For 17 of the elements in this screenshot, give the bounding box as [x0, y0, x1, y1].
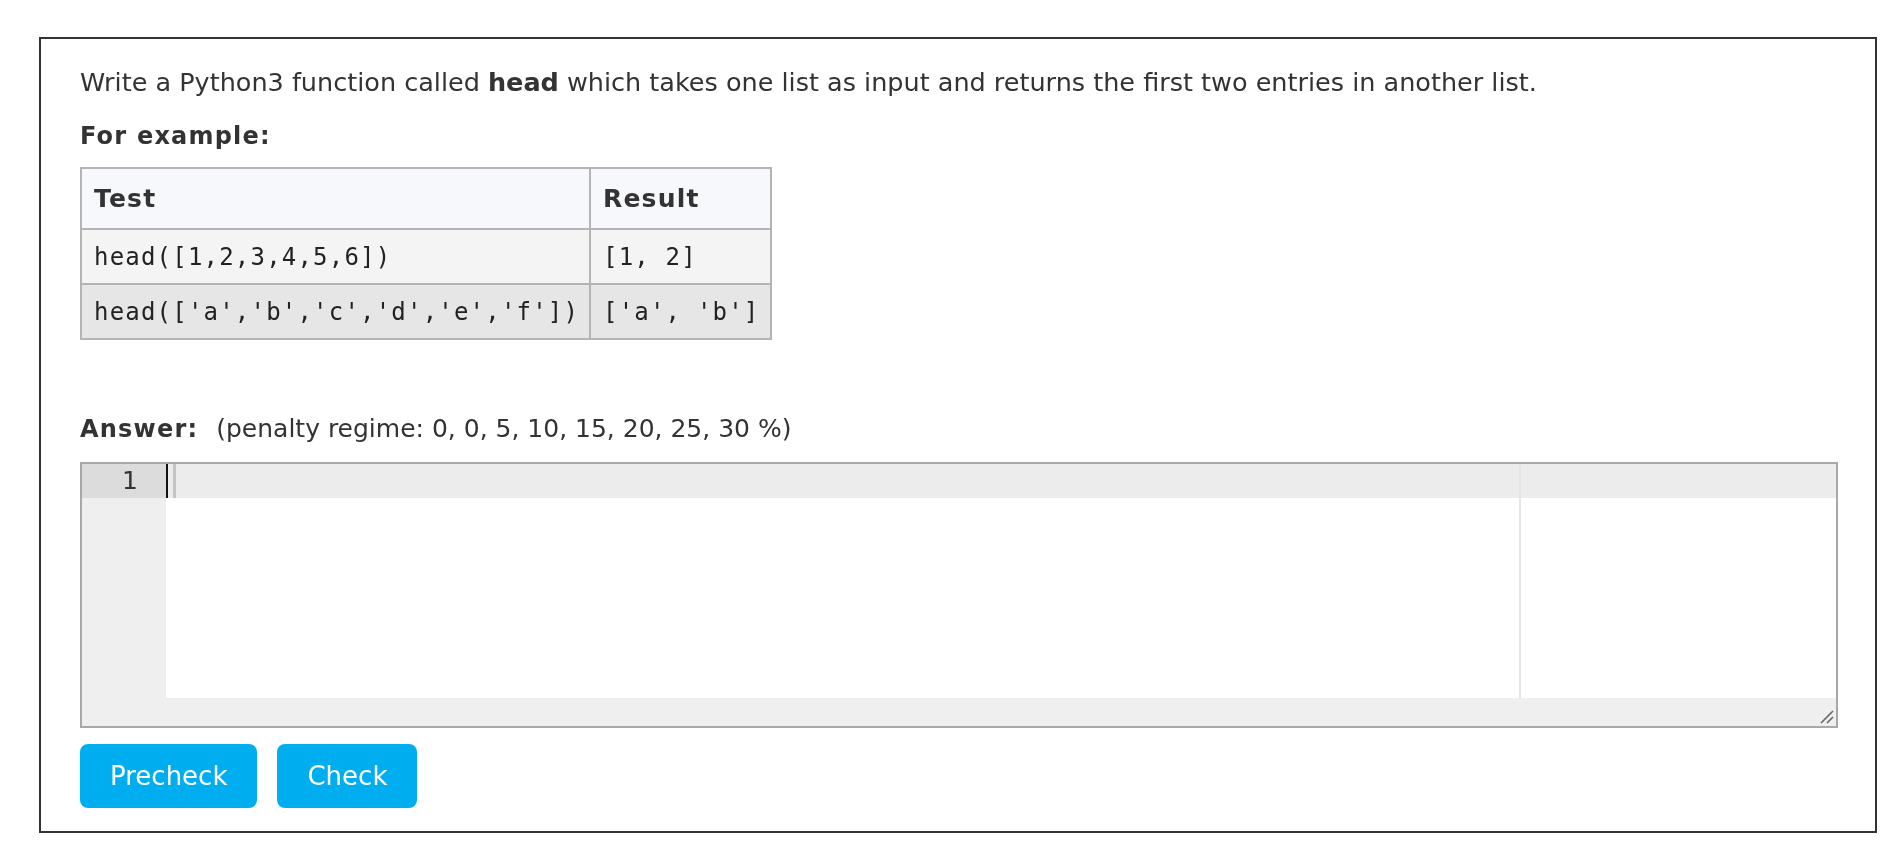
example-heading: For example: [80, 121, 271, 151]
text-cursor [166, 464, 176, 498]
answer-label: Answer: [80, 414, 199, 444]
line-number: 1 [82, 464, 166, 498]
penalty-note: (penalty regime: 0, 0, 5, 10, 15, 20, 25, 30 %) [216, 414, 792, 444]
table-cell: head([1,2,3,4,5,6]) [81, 229, 590, 284]
precheck-button[interactable]: Precheck [80, 744, 258, 808]
table-cell: [1, 2] [590, 229, 771, 284]
resize-handle-icon[interactable] [1820, 710, 1834, 724]
check-button[interactable]: Check [277, 744, 418, 808]
table-cell: head(['a','b','c','d','e','f']) [81, 284, 590, 339]
column-header: Result [590, 168, 771, 229]
code-input-area[interactable] [166, 464, 1836, 698]
question-text: Write a Python3 function called head which takes one list as input and returns the first two entries in another list. [80, 67, 1537, 97]
column-header: Test [81, 168, 590, 229]
code-editor[interactable]: 1 [80, 462, 1838, 728]
table-cell: ['a', 'b'] [590, 284, 771, 339]
